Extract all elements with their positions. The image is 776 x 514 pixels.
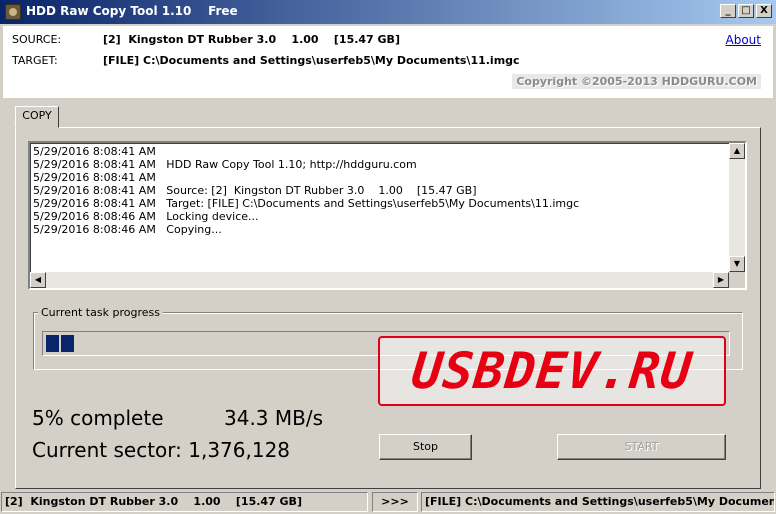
transfer-speed: 34.3 MB/s <box>224 406 324 430</box>
log-line: 5/29/2016 8:08:41 AM Target: [FILE] C:\D… <box>33 197 580 210</box>
device-header: SOURCE: [2] Kingston DT Rubber 3.0 1.00 … <box>3 26 773 98</box>
percent-complete: 5% complete <box>32 406 164 430</box>
source-value: [2] Kingston DT Rubber 3.0 1.00 [15.47 G… <box>103 33 400 46</box>
log-line: 5/29/2016 8:08:46 AM Copying... <box>33 223 222 236</box>
log-line: 5/29/2016 8:08:41 AM <box>33 171 156 184</box>
hdd-raw-copy-icon[interactable] <box>5 4 21 20</box>
progress-group-label: Current task progress <box>38 306 163 319</box>
copyright-text: Copyright ©2005-2013 HDDGURU.COM <box>512 74 761 89</box>
log-line: 5/29/2016 8:08:41 AM Source: [2] Kingsto… <box>33 184 477 197</box>
progress-block <box>61 335 74 352</box>
log-list[interactable]: 5/29/2016 8:08:41 AM 5/29/2016 8:08:41 A… <box>28 141 747 290</box>
log-line: 5/29/2016 8:08:41 AM HDD Raw Copy Tool 1… <box>33 158 417 171</box>
target-value: [FILE] C:\Documents and Settings\userfeb… <box>103 54 520 67</box>
log-line: 5/29/2016 8:08:46 AM Locking device... <box>33 210 259 223</box>
status-bar: [2] Kingston DT Rubber 3.0 1.00 [15.47 G… <box>0 490 776 514</box>
log-lines: 5/29/2016 8:08:41 AM 5/29/2016 8:08:41 A… <box>33 145 579 236</box>
status-target: [FILE] C:\Documents and Settings\userfeb… <box>421 492 775 512</box>
maximize-button[interactable]: □ <box>738 4 754 18</box>
tab-copy[interactable]: COPY <box>15 106 59 128</box>
window-controls: _ □ X <box>720 4 772 18</box>
watermark-text: USBDEV.RU <box>408 342 696 400</box>
about-link[interactable]: About <box>726 33 761 47</box>
minimize-button[interactable]: _ <box>720 4 736 18</box>
status-arrow: >>> <box>372 492 418 512</box>
close-button[interactable]: X <box>756 4 772 18</box>
scrollbar-corner <box>729 272 745 288</box>
stop-button[interactable]: Stop <box>379 434 472 460</box>
watermark-logo: USBDEV.RU <box>378 336 726 406</box>
title-bar[interactable]: HDD Raw Copy Tool 1.10 Free _ □ X <box>0 0 776 24</box>
target-label: TARGET: <box>12 54 58 67</box>
arrow-up-icon[interactable]: ▲ <box>729 143 745 159</box>
start-button[interactable]: START <box>557 434 726 460</box>
vertical-scrollbar[interactable]: ▲ ▼ <box>729 143 745 272</box>
current-sector: Current sector: 1,376,128 <box>32 438 291 462</box>
status-source: [2] Kingston DT Rubber 3.0 1.00 [15.47 G… <box>1 492 368 512</box>
horizontal-scrollbar[interactable]: ◀ ▶ <box>30 272 729 288</box>
arrow-down-icon[interactable]: ▼ <box>729 256 745 272</box>
arrow-right-icon[interactable]: ▶ <box>713 272 729 288</box>
source-label: SOURCE: <box>12 33 62 46</box>
window-title: HDD Raw Copy Tool 1.10 Free <box>26 4 238 18</box>
arrow-left-icon[interactable]: ◀ <box>30 272 46 288</box>
log-line: 5/29/2016 8:08:41 AM <box>33 145 156 158</box>
progress-block <box>46 335 59 352</box>
